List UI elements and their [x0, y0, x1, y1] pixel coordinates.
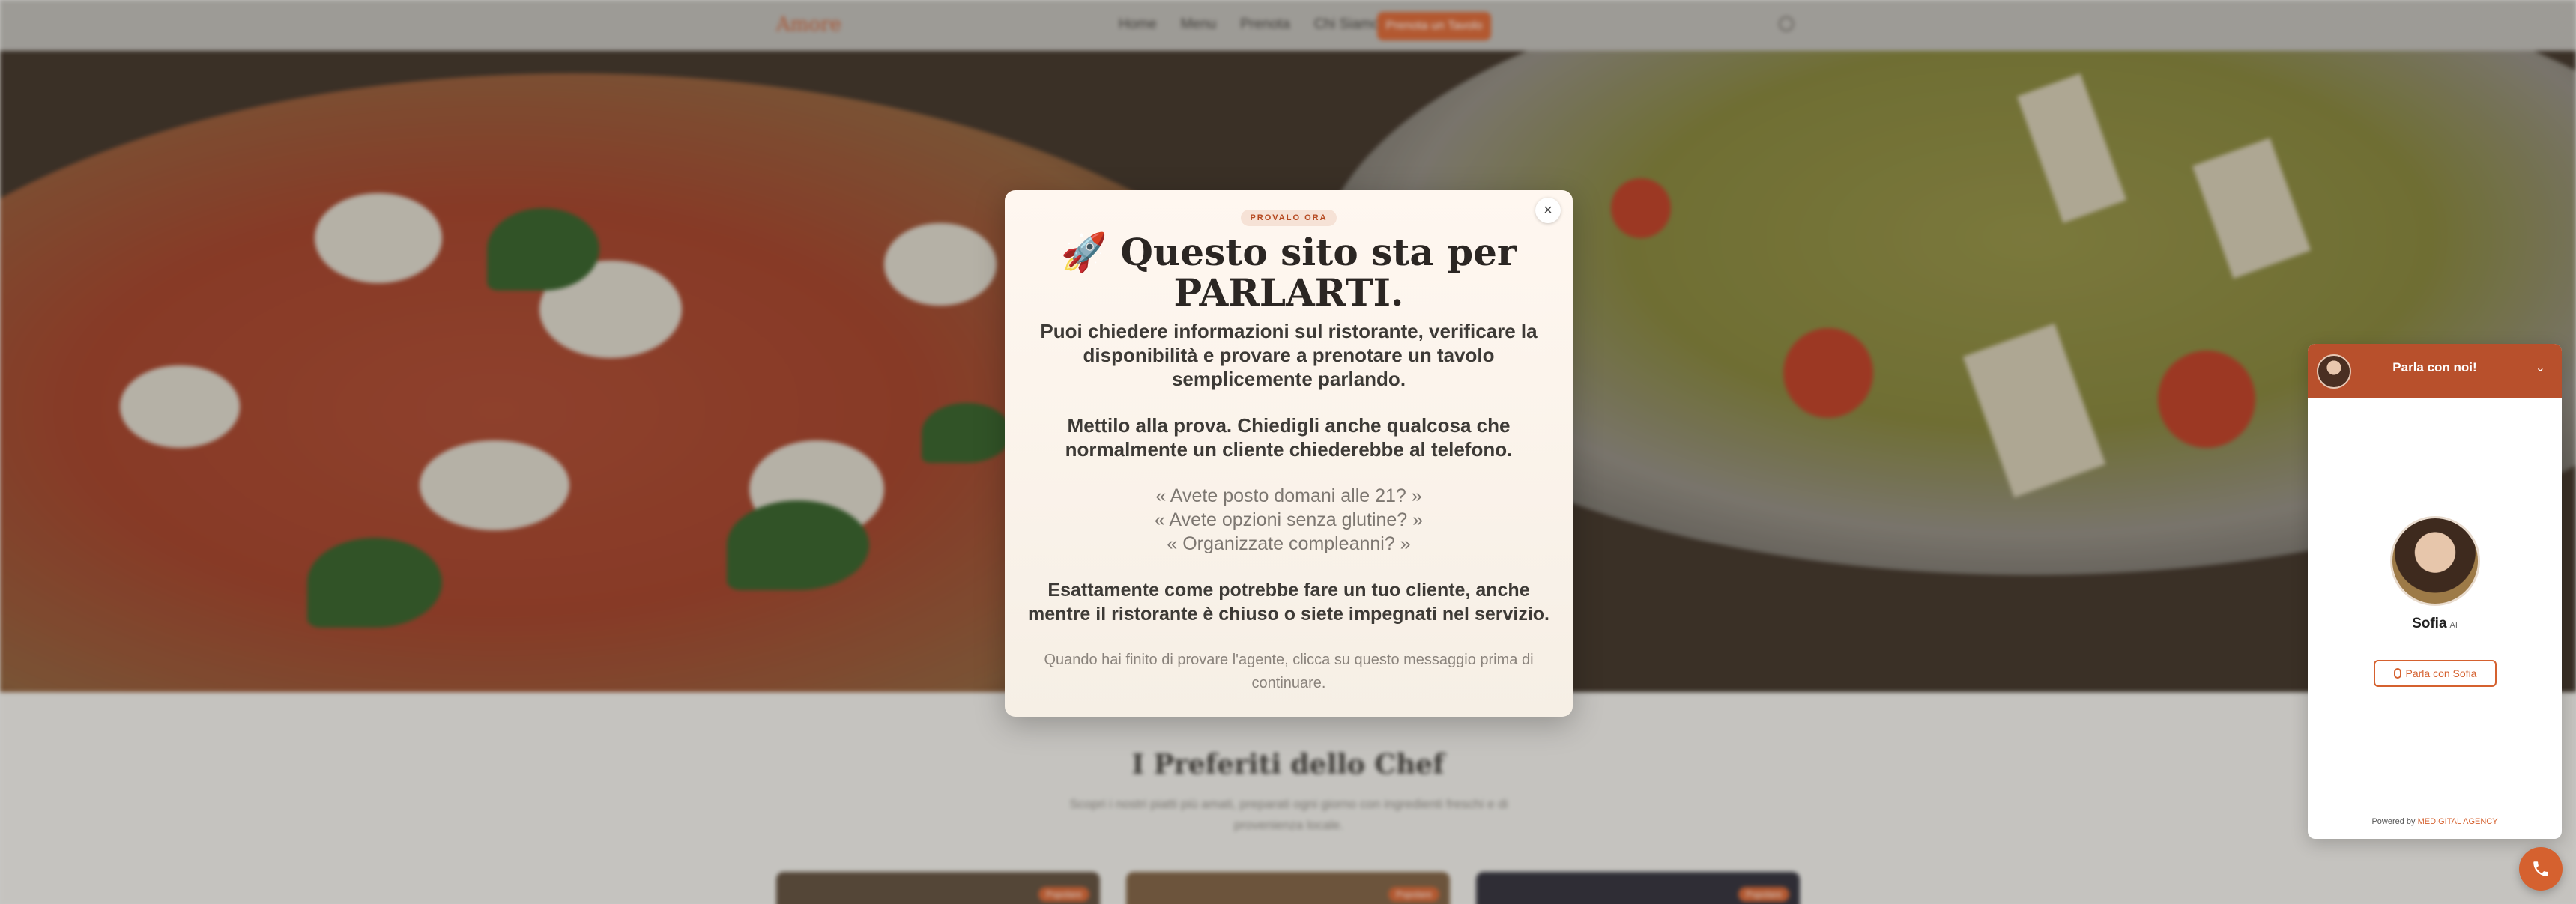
powered-prefix: Powered by: [2371, 817, 2416, 826]
modal-eyebrow: PROVALO ORA: [1241, 210, 1337, 226]
chat-widget: Parla con noi! ⌄ Sofia AI Parla con Sofia…: [2308, 344, 2562, 839]
phone-icon: [2533, 861, 2548, 876]
modal-explanation: Esattamente come potrebbe fare un tuo cl…: [1027, 580, 1550, 625]
ai-badge: AI: [2449, 621, 2458, 630]
modal-footer-note[interactable]: Quando hai finito di provare l'agente, c…: [1034, 649, 1544, 695]
modal-intro: Puoi chiedere informazioni sul ristorant…: [1040, 320, 1538, 390]
powered-by: Powered by MEDIGITAL AGENCY: [2308, 817, 2562, 826]
agent-name: Sofia AI: [2308, 616, 2562, 632]
agent-avatar: [2390, 516, 2480, 606]
phone-call-button[interactable]: [2519, 847, 2563, 891]
powered-brand-link[interactable]: MEDIGITAL AGENCY: [2418, 817, 2498, 826]
agent-name-text: Sofia: [2412, 616, 2447, 631]
voice-agent-modal[interactable]: × PROVALO ORA 🚀 Questo sito sta per PARL…: [1005, 190, 1573, 717]
example-question: « Avete opzioni senza glutine? »: [1154, 509, 1424, 530]
close-icon[interactable]: ×: [1535, 198, 1561, 223]
example-question: « Organizzate compleanni? »: [1167, 533, 1411, 554]
example-questions: « Avete posto domani alle 21? » « Avete …: [1041, 484, 1536, 556]
chat-header[interactable]: Parla con noi! ⌄: [2308, 344, 2562, 398]
chevron-down-icon[interactable]: ⌄: [2536, 360, 2545, 375]
example-question: « Avete posto domani alle 21? »: [1155, 485, 1422, 506]
chat-header-title: Parla con noi!: [2392, 360, 2477, 374]
modal-challenge: Mettilo alla prova. Chiedigli anche qual…: [1065, 414, 1513, 461]
talk-to-sofia-button[interactable]: Parla con Sofia: [2374, 660, 2497, 687]
talk-button-label: Parla con Sofia: [2405, 667, 2477, 679]
modal-title: 🚀 Questo sito sta per PARLARTI.: [1060, 230, 1517, 315]
microphone-icon: [2393, 668, 2401, 679]
